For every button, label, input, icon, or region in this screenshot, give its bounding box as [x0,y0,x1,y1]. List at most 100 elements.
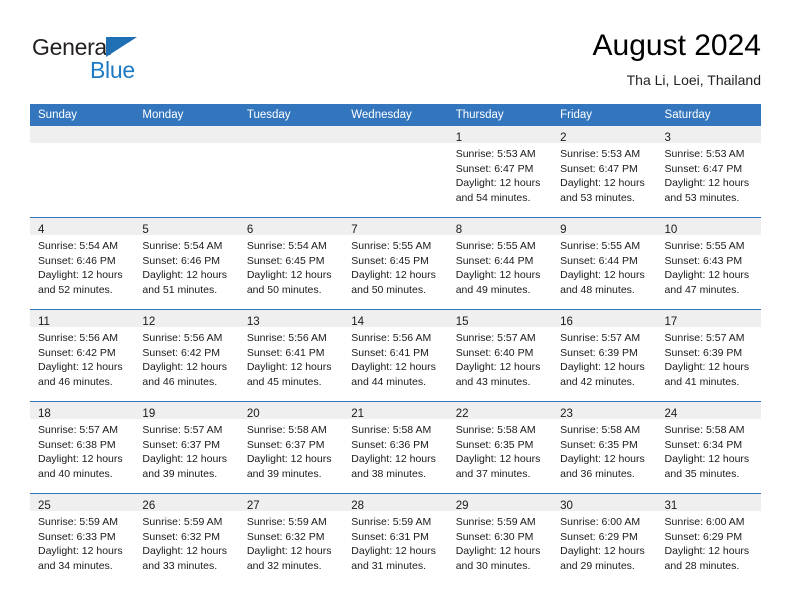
calendar-day-cell[interactable]: 27 Sunrise: 5:59 AM Sunset: 6:32 PM Dayligh… [238,493,344,585]
sunset-text: Sunset: 6:41 PM [351,346,429,359]
daylight-text-line1: Daylight: 12 hours [246,453,332,466]
calendar-day-cell[interactable]: 16 Sunrise: 5:57 AM Sunset: 6:39 PM Dayligh… [552,309,657,402]
daylight-text-line1: Daylight: 12 hours [38,545,123,558]
calendar-day-cell[interactable]: 19 Sunrise: 5:57 AM Sunset: 6:37 PM Dayligh… [134,401,239,494]
calendar-day-cell[interactable]: 12 Sunrise: 5:56 AM Sunset: 6:42 PM Dayligh… [134,309,239,402]
calendar-day-cell[interactable]: 4 Sunrise: 5:54 AM Sunset: 6:46 PM Daylight… [30,217,135,310]
calendar-day-cell[interactable]: 6 Sunrise: 5:54 AM Sunset: 6:45 PM Daylight… [238,217,344,310]
daylight-text-line1: Daylight: 12 hours [351,269,436,282]
day-number: 11 [38,316,50,328]
calendar-day-cell[interactable]: 14 Sunrise: 5:56 AM Sunset: 6:41 PM Dayligh… [343,309,448,402]
calendar-day-cell[interactable]: 28 Sunrise: 5:59 AM Sunset: 6:31 PM Dayligh… [343,493,448,585]
sunset-text: Sunset: 6:42 PM [142,346,221,359]
sunset-text: Sunset: 6:35 PM [560,438,638,451]
calendar-day-cell[interactable]: 29 Sunrise: 5:59 AM Sunset: 6:30 PM Dayligh… [447,493,553,585]
weekday-header-thursday: Thursday [447,104,553,126]
day-details: Sunrise: 5:54 AM Sunset: 6:46 PM Daylight:… [30,235,134,297]
calendar-day-cell[interactable]: 31 Sunrise: 6:00 AM Sunset: 6:29 PM Dayligh… [656,493,761,585]
calendar-day-cell[interactable]: 18 Sunrise: 5:57 AM Sunset: 6:38 PM Dayligh… [30,401,135,494]
daylight-text-line1: Daylight: 12 hours [664,545,750,558]
calendar-day-cell[interactable]: 11 Sunrise: 5:56 AM Sunset: 6:42 PM Dayligh… [30,309,135,402]
day-number: 13 [246,316,260,328]
calendar-day-cell[interactable]: 23 Sunrise: 5:58 AM Sunset: 6:35 PM Dayligh… [552,401,657,494]
day-details [30,143,134,147]
daylight-text-line1: Daylight: 12 hours [38,453,123,466]
sunrise-text: Sunrise: 6:00 AM [664,516,745,528]
day-details: Sunrise: 5:58 AM Sunset: 6:35 PM Daylight:… [552,419,656,481]
daylight-text-line2: and 50 minutes. [246,283,322,296]
calendar-day-cell[interactable]: 22 Sunrise: 5:58 AM Sunset: 6:35 PM Dayligh… [447,401,553,494]
daylight-text-line1: Daylight: 12 hours [142,269,228,282]
calendar-day-cell[interactable]: 26 Sunrise: 5:59 AM Sunset: 6:32 PM Dayligh… [134,493,239,585]
day-number: 7 [351,224,358,236]
day-details: Sunrise: 5:57 AM Sunset: 6:39 PM Daylight:… [657,327,761,389]
calendar-day-cell[interactable]: 3 Sunrise: 5:53 AM Sunset: 6:47 PM Daylight… [656,126,761,218]
calendar-day-cell[interactable]: 9 Sunrise: 5:55 AM Sunset: 6:44 PM Daylight… [552,217,657,310]
day-number: 4 [38,224,45,236]
daylight-text-line1: Daylight: 12 hours [351,361,436,374]
weekday-header-sunday: Sunday [30,104,135,126]
day-number: 27 [246,500,260,512]
calendar-day-cell[interactable]: 15 Sunrise: 5:57 AM Sunset: 6:40 PM Dayligh… [447,309,553,402]
general-blue-logo[interactable]: General Blue [32,36,202,92]
day-details: Sunrise: 5:56 AM Sunset: 6:42 PM Daylight:… [134,327,238,389]
daylight-text-line2: and 30 minutes. [455,559,531,572]
day-number-band: 25 [30,494,135,512]
sunset-text: Sunset: 6:45 PM [246,254,325,267]
calendar-day-cell[interactable]: 25 Sunrise: 5:59 AM Sunset: 6:33 PM Dayligh… [30,493,135,585]
weekday-header-row: Sunday Monday Tuesday Wednesday Thursday… [30,104,761,126]
day-details: Sunrise: 5:57 AM Sunset: 6:37 PM Daylight:… [134,419,238,481]
calendar-day-cell[interactable]: 5 Sunrise: 5:54 AM Sunset: 6:46 PM Daylight… [134,217,239,310]
daylight-text-line2: and 29 minutes. [560,559,635,572]
sunset-text: Sunset: 6:32 PM [246,530,325,543]
daylight-text-line2: and 42 minutes. [560,375,635,388]
day-number: 31 [664,500,678,512]
calendar-day-cell[interactable]: 7 Sunrise: 5:55 AM Sunset: 6:45 PM Daylight… [343,217,448,310]
daylight-text-line2: and 37 minutes. [455,467,531,480]
calendar-day-cell[interactable]: 30 Sunrise: 6:00 AM Sunset: 6:29 PM Dayligh… [552,493,657,585]
calendar-day-cell[interactable]: 2 Sunrise: 5:53 AM Sunset: 6:47 PM Daylight… [552,126,657,218]
sunset-text: Sunset: 6:29 PM [664,530,743,543]
calendar-body: 1 Sunrise: 5:53 AM Sunset: 6:47 PM Daylight… [30,126,761,585]
day-details: Sunrise: 5:54 AM Sunset: 6:45 PM Daylight:… [239,235,343,297]
triangle-icon [106,37,137,57]
day-number-band: 31 [656,494,761,512]
calendar-day-cell[interactable]: 13 Sunrise: 5:56 AM Sunset: 6:41 PM Dayligh… [238,309,344,402]
daylight-text-line1: Daylight: 12 hours [560,177,645,190]
calendar-day-cell[interactable]: 8 Sunrise: 5:55 AM Sunset: 6:44 PM Daylight… [447,217,553,310]
day-number: 9 [560,224,567,236]
daylight-text-line2: and 34 minutes. [38,559,113,572]
daylight-text-line2: and 35 minutes. [664,467,740,480]
sunrise-text: Sunrise: 5:59 AM [246,516,327,528]
day-details [343,143,447,147]
calendar-empty-cell [30,126,135,218]
calendar-table: Sunday Monday Tuesday Wednesday Thursday… [30,104,761,585]
daylight-text-line2: and 50 minutes. [351,283,426,296]
day-number-band: 6 [238,218,344,236]
sunrise-text: Sunrise: 5:55 AM [664,240,745,252]
day-details: Sunrise: 6:00 AM Sunset: 6:29 PM Daylight:… [552,511,656,573]
day-number: 18 [38,408,51,420]
day-number-band: 3 [656,126,761,144]
day-number-band: 28 [343,494,448,512]
calendar-day-cell[interactable]: 21 Sunrise: 5:58 AM Sunset: 6:36 PM Dayligh… [343,401,448,494]
calendar-day-cell[interactable]: 10 Sunrise: 5:55 AM Sunset: 6:43 PM Dayligh… [656,217,761,310]
calendar-day-cell[interactable]: 20 Sunrise: 5:58 AM Sunset: 6:37 PM Dayligh… [238,401,344,494]
day-number-band: 29 [447,494,553,512]
day-details: Sunrise: 5:59 AM Sunset: 6:32 PM Daylight:… [239,511,343,573]
day-number-band: 20 [238,402,344,420]
daylight-text-line2: and 31 minutes. [351,559,426,572]
day-number-band: 5 [134,218,239,236]
day-number: 30 [560,500,573,512]
calendar-day-cell[interactable]: 24 Sunrise: 5:58 AM Sunset: 6:34 PM Dayligh… [656,401,761,494]
day-details: Sunrise: 5:55 AM Sunset: 6:43 PM Daylight:… [657,235,761,297]
sunset-text: Sunset: 6:36 PM [351,438,429,451]
daylight-text-line2: and 28 minutes. [664,559,740,572]
day-number-band: 7 [343,218,448,236]
calendar-day-cell[interactable]: 17 Sunrise: 5:57 AM Sunset: 6:39 PM Dayligh… [656,309,761,402]
daylight-text-line1: Daylight: 12 hours [664,361,750,374]
calendar-day-cell[interactable]: 1 Sunrise: 5:53 AM Sunset: 6:47 PM Daylight… [447,126,553,218]
day-details: Sunrise: 5:55 AM Sunset: 6:44 PM Daylight:… [448,235,552,297]
day-details: Sunrise: 5:59 AM Sunset: 6:33 PM Daylight:… [30,511,134,573]
sunrise-text: Sunrise: 5:56 AM [351,332,432,344]
